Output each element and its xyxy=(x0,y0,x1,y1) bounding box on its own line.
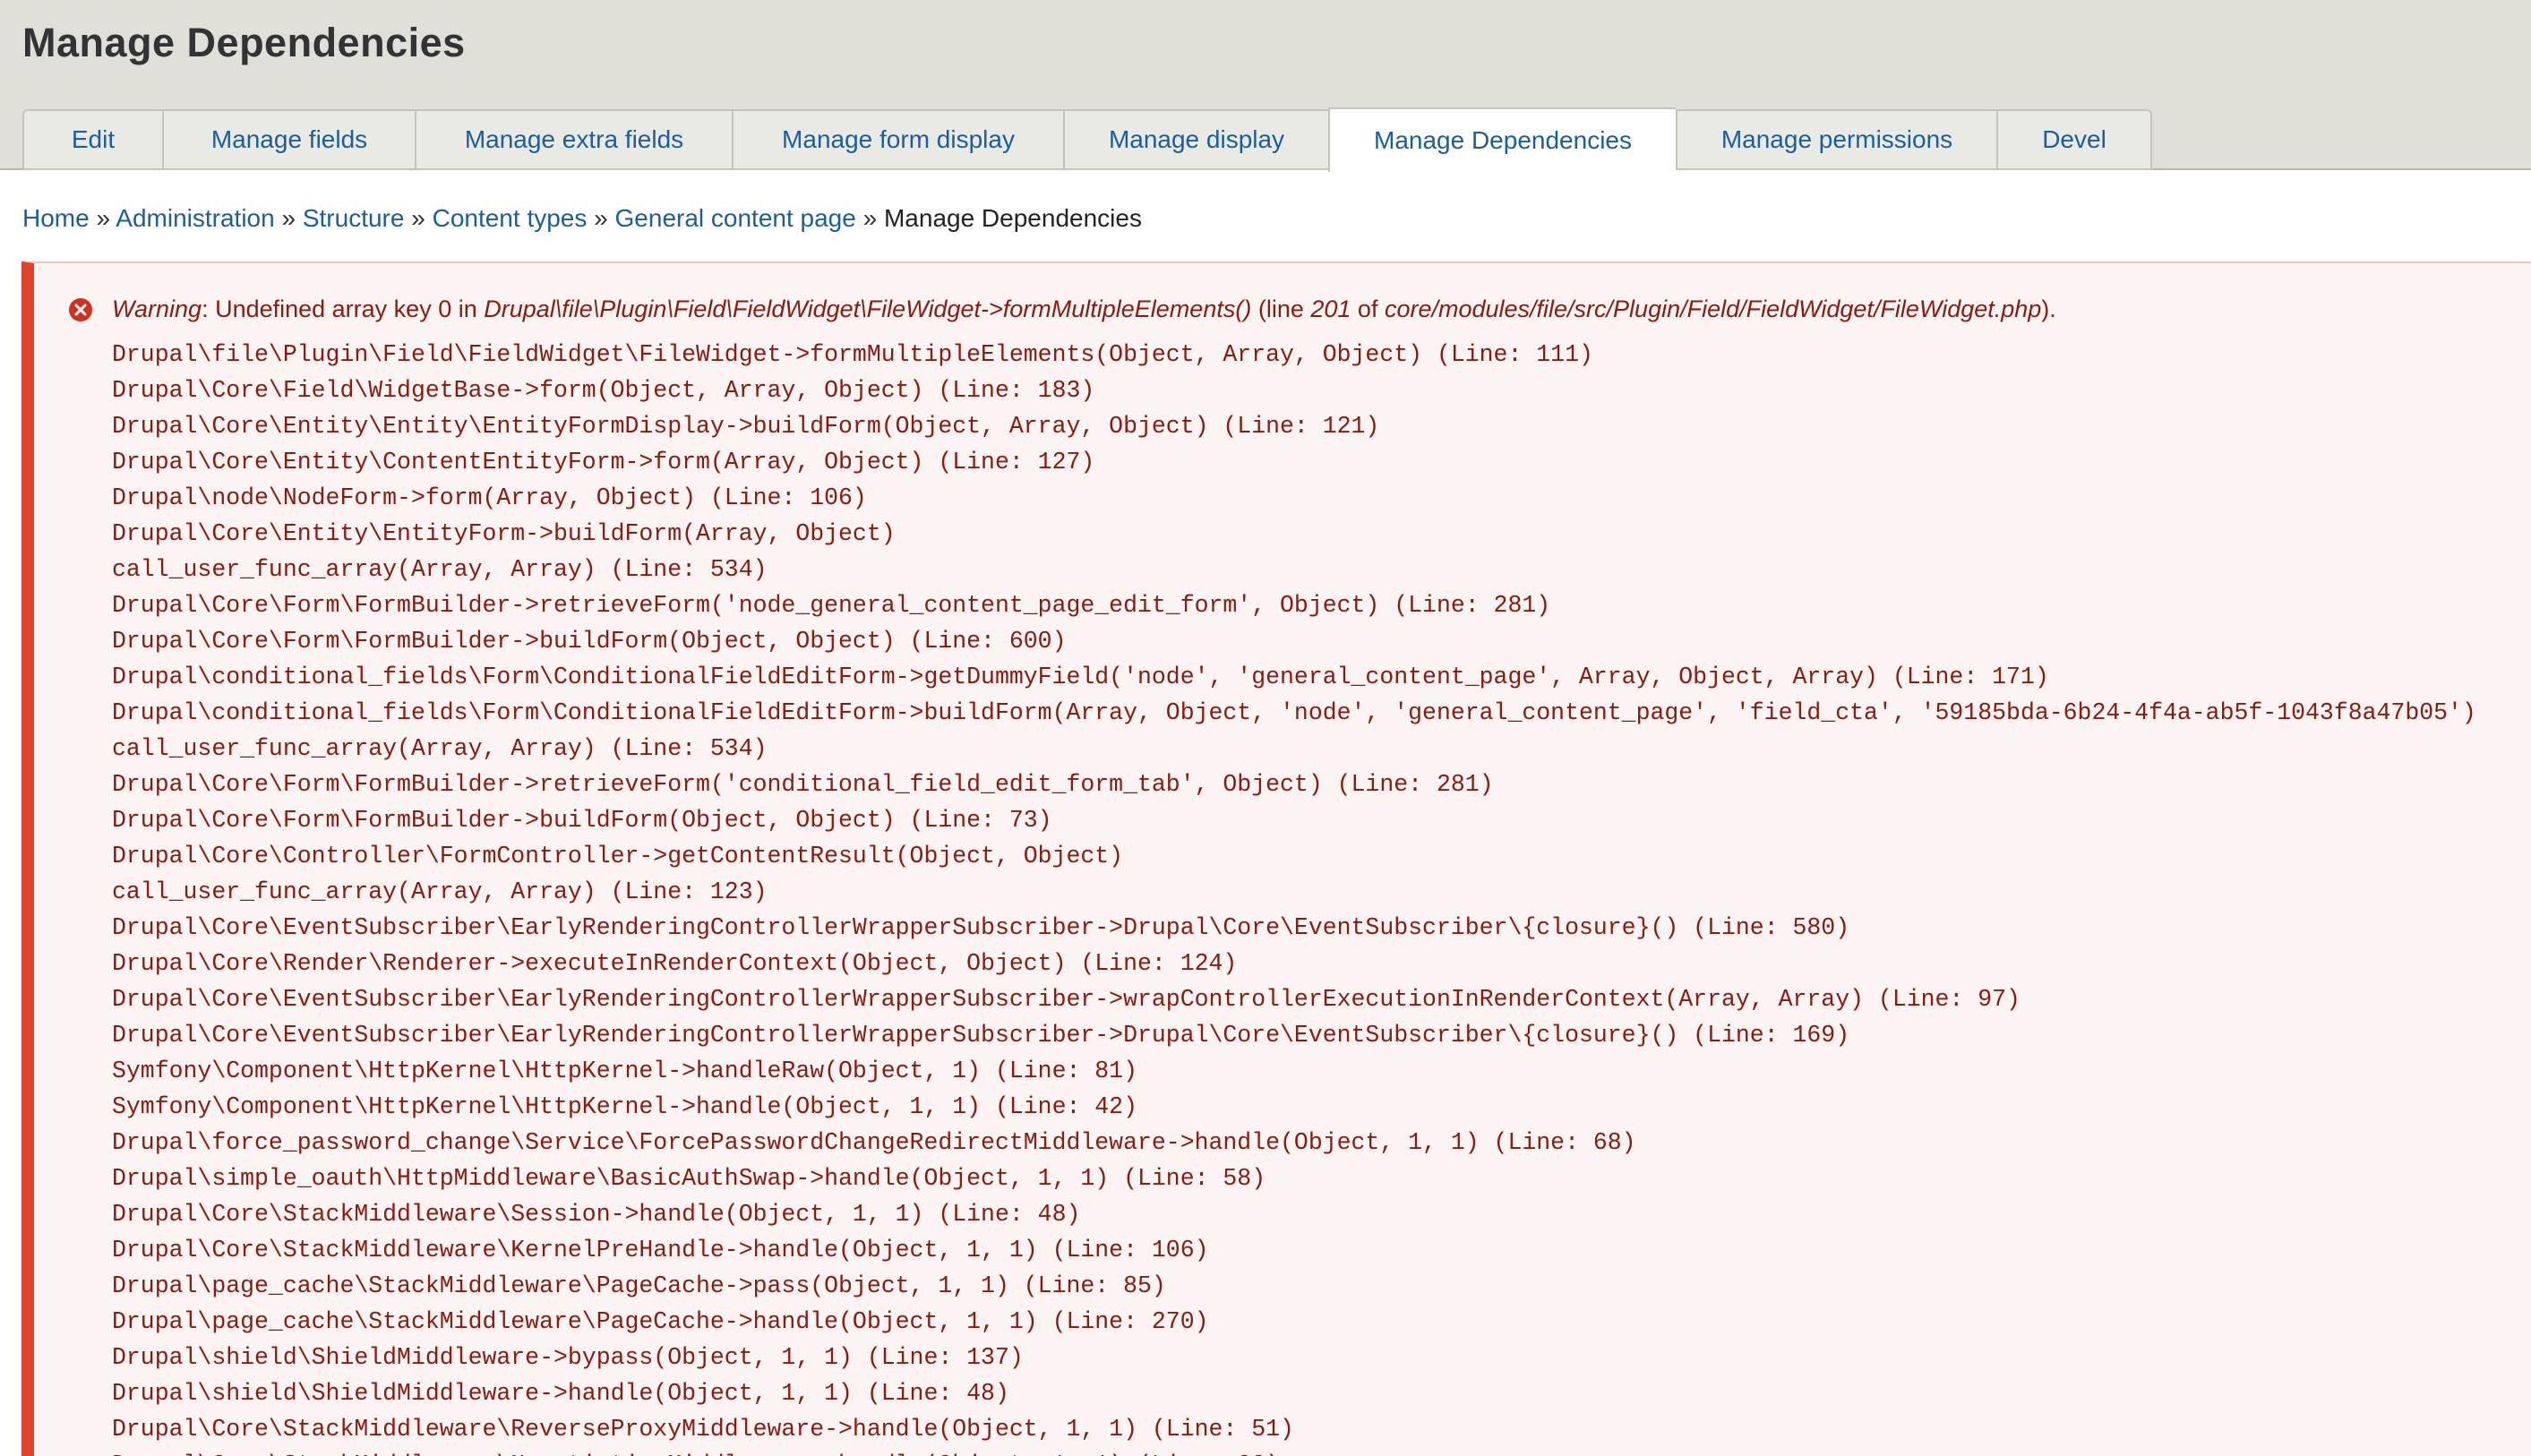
stack-trace-line: Drupal\Core\Entity\ContentEntityForm->fo… xyxy=(112,449,1095,475)
stack-trace-line: Drupal\Core\StackMiddleware\Session->han… xyxy=(112,1201,1081,1228)
stack-trace-line: Drupal\shield\ShieldMiddleware->handle(O… xyxy=(112,1380,1009,1407)
stack-trace-line: Drupal\Core\StackMiddleware\NegotiationM… xyxy=(112,1447,2476,1456)
breadcrumb-separator: » xyxy=(862,204,884,232)
stack-trace-line: Drupal\Core\Form\FormBuilder->buildForm(… xyxy=(112,628,1067,655)
page-title: Manage Dependencies xyxy=(22,20,466,65)
stack-trace-line: Drupal\Core\Entity\Entity\EntityFormDisp… xyxy=(112,413,1380,440)
stack-trace-line: Drupal\Core\EventSubscriber\EarlyRenderi… xyxy=(112,986,2021,1013)
stack-trace-line: Drupal\Core\StackMiddleware\ReverseProxy… xyxy=(112,1416,1294,1443)
breadcrumb-link-home[interactable]: Home xyxy=(22,204,90,232)
warning-summary: Warning: Undefined array key 0 in Drupal… xyxy=(112,295,2056,323)
error-x-icon xyxy=(69,298,92,321)
warning-text: (line xyxy=(1251,295,1311,322)
stack-trace-line: Drupal\Core\EventSubscriber\EarlyRenderi… xyxy=(112,914,1850,941)
breadcrumb-separator: » xyxy=(411,204,433,232)
stack-trace-line: Drupal\file\Plugin\Field\FieldWidget\Fil… xyxy=(112,341,1593,368)
stack-trace-line: Drupal\Core\Form\FormBuilder->buildForm(… xyxy=(112,807,1052,834)
tab-manage-extra-fields[interactable]: Manage extra fields xyxy=(415,109,732,170)
stack-trace-line: Drupal\Core\Controller\FormController->g… xyxy=(112,843,1124,869)
stack-trace-line: Drupal\page_cache\StackMiddleware\PageCa… xyxy=(112,1272,1166,1299)
stack-trace-line: Drupal\Core\Render\Renderer->executeInRe… xyxy=(112,950,1238,977)
stack-trace-line: Drupal\page_cache\StackMiddleware\PageCa… xyxy=(112,1308,1209,1335)
primary-tabs: Edit Manage fields Manage extra fields M… xyxy=(22,107,2152,172)
stack-trace: Drupal\file\Plugin\Field\FieldWidget\Fil… xyxy=(112,337,2476,1456)
page-header: Manage Dependencies Edit Manage fields M… xyxy=(0,0,2531,172)
error-message: Warning: Undefined array key 0 in Drupal… xyxy=(21,261,2531,1456)
warning-text: : Undefined array key 0 in xyxy=(202,295,485,322)
warning-function: Drupal\file\Plugin\Field\FieldWidget\Fil… xyxy=(484,295,1252,322)
breadcrumb-separator: » xyxy=(594,204,615,232)
tab-manage-permissions[interactable]: Manage permissions xyxy=(1676,109,1996,170)
breadcrumb-link-administration[interactable]: Administration xyxy=(116,204,274,232)
breadcrumb-separator: » xyxy=(281,204,303,232)
stack-trace-line: call_user_func_array(Array, Array) (Line… xyxy=(112,878,768,905)
tab-manage-form-display[interactable]: Manage form display xyxy=(732,109,1063,170)
tab-edit[interactable]: Edit xyxy=(22,109,162,170)
tab-manage-fields[interactable]: Manage fields xyxy=(162,109,415,170)
stack-trace-line: Drupal\Core\Form\FormBuilder->retrieveFo… xyxy=(112,771,1494,798)
breadcrumb-separator: » xyxy=(96,204,116,232)
stack-trace-line: Drupal\force_password_change\Service\For… xyxy=(112,1129,1636,1156)
warning-text: ). xyxy=(2041,295,2056,322)
breadcrumb: Home » Administration » Structure » Cont… xyxy=(22,204,1142,233)
stack-trace-line: call_user_func_array(Array, Array) (Line… xyxy=(112,735,768,762)
breadcrumb-link-general-content-page[interactable]: General content page xyxy=(615,204,856,232)
warning-label: Warning xyxy=(112,295,202,322)
breadcrumb-current: Manage Dependencies xyxy=(883,204,1142,232)
breadcrumb-link-structure[interactable]: Structure xyxy=(303,204,405,232)
stack-trace-line: Drupal\simple_oauth\HttpMiddleware\Basic… xyxy=(112,1165,1266,1192)
stack-trace-line: call_user_func_array(Array, Array) (Line… xyxy=(112,556,768,583)
stack-trace-line: Drupal\conditional_fields\Form\Condition… xyxy=(112,664,2049,690)
stack-trace-line: Drupal\Core\Entity\EntityForm->buildForm… xyxy=(112,520,896,547)
stack-trace-line: Drupal\conditional_fields\Form\Condition… xyxy=(112,699,2476,726)
warning-text: of xyxy=(1351,295,1385,322)
stack-trace-line: Drupal\node\NodeForm->form(Array, Object… xyxy=(112,484,867,511)
stack-trace-line: Symfony\Component\HttpKernel\HttpKernel-… xyxy=(112,1093,1137,1120)
stack-trace-line: Drupal\shield\ShieldMiddleware->bypass(O… xyxy=(112,1344,1024,1371)
warning-file: core/modules/file/src/Plugin/Field/Field… xyxy=(1384,295,2042,322)
stack-trace-line: Drupal\Core\Field\WidgetBase->form(Objec… xyxy=(112,377,1095,404)
tab-manage-dependencies[interactable]: Manage Dependencies xyxy=(1328,107,1676,172)
tab-devel[interactable]: Devel xyxy=(1996,109,2152,170)
stack-trace-line: Symfony\Component\HttpKernel\HttpKernel-… xyxy=(112,1058,1137,1084)
tab-manage-display[interactable]: Manage display xyxy=(1063,109,1328,170)
stack-trace-line: Drupal\Core\Form\FormBuilder->retrieveFo… xyxy=(112,592,1551,619)
stack-trace-line: Drupal\Core\StackMiddleware\KernelPreHan… xyxy=(112,1237,1209,1263)
warning-line-number: 201 xyxy=(1310,295,1351,322)
breadcrumb-link-content-types[interactable]: Content types xyxy=(433,204,588,232)
stack-trace-line: Drupal\Core\EventSubscriber\EarlyRenderi… xyxy=(112,1022,1850,1049)
